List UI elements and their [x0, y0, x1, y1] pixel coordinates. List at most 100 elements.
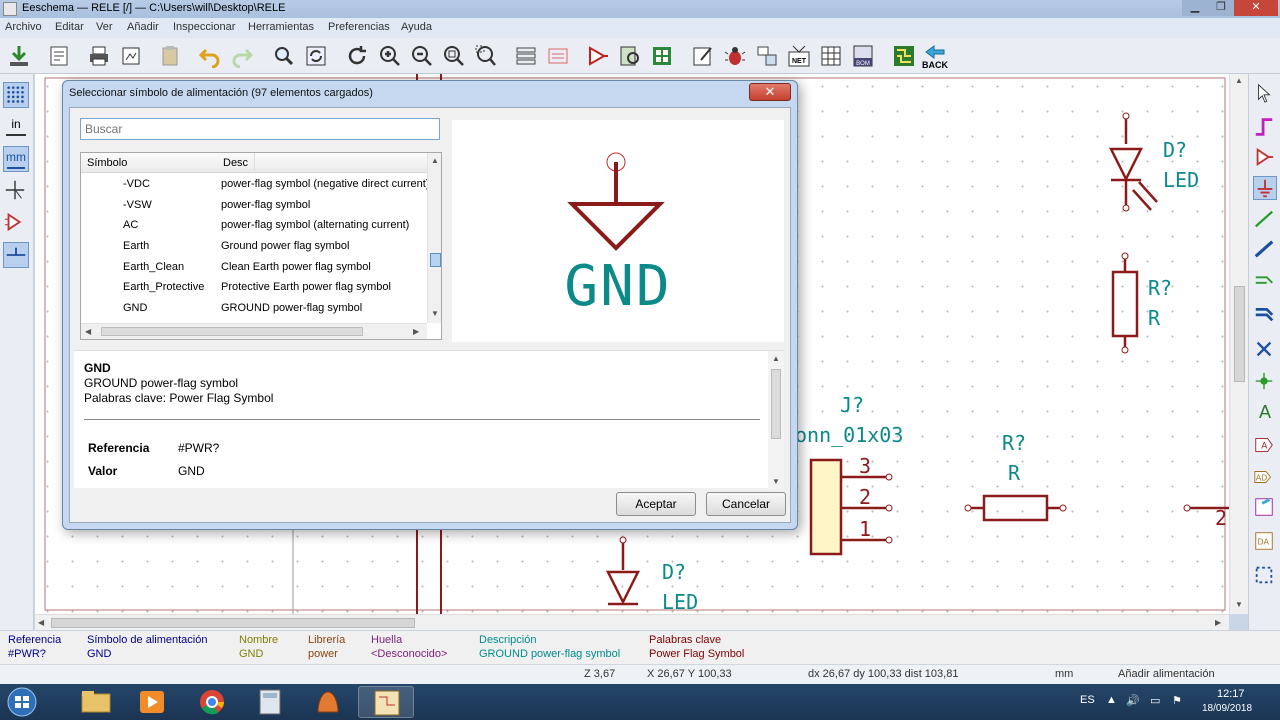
find-replace-icon[interactable] [304, 44, 328, 68]
global-label-icon[interactable]: A [1253, 434, 1277, 458]
find-icon[interactable] [272, 44, 296, 68]
list-scroll-right-icon[interactable]: ▶ [413, 327, 419, 336]
refresh-icon[interactable] [345, 44, 369, 68]
search-input[interactable] [80, 118, 440, 140]
kicad-manager-taskbar-icon[interactable] [300, 686, 356, 718]
close-window-button[interactable]: ✕ [1234, 0, 1278, 16]
add-sheet-icon[interactable] [1253, 496, 1277, 520]
r2-reference[interactable]: R? [1002, 431, 1026, 455]
add-symbol-icon[interactable] [1253, 146, 1277, 170]
r2-value[interactable]: R [1008, 461, 1020, 485]
menu-inspeccionar[interactable]: Inspeccionar [173, 21, 235, 33]
media-player-taskbar-icon[interactable] [124, 686, 180, 718]
scroll-right-icon[interactable]: ▶ [1215, 618, 1221, 627]
details-scroll-thumb[interactable] [771, 369, 781, 439]
units-inch-button[interactable]: in [3, 114, 29, 140]
list-horizontal-scrollbar[interactable]: ◀ ▶ [81, 323, 427, 339]
menu-anadir[interactable]: Añadir [127, 21, 159, 33]
list-item[interactable]: Earth Ground power flag symbol [81, 237, 429, 257]
calculator-taskbar-icon[interactable] [242, 686, 298, 718]
annotate-icon[interactable] [650, 44, 674, 68]
details-scroll-up-icon[interactable]: ▲ [772, 354, 780, 363]
network-icon[interactable]: ▭ [1150, 694, 1160, 707]
net-label-icon[interactable]: A [1253, 402, 1277, 426]
grid-toggle-icon[interactable] [3, 82, 29, 108]
horizontal-scroll-thumb[interactable] [51, 618, 415, 628]
d2-value[interactable]: LED [662, 590, 698, 614]
d2-reference[interactable]: D? [662, 560, 686, 584]
library-browser-icon[interactable] [618, 44, 642, 68]
assign-footprints-icon[interactable] [755, 44, 779, 68]
list-scroll-down-icon[interactable]: ▼ [431, 309, 439, 318]
list-item[interactable]: Earth_Clean Clean Earth power flag symbol [81, 258, 429, 278]
units-mm-button[interactable]: mm [3, 146, 29, 172]
details-scroll-down-icon[interactable]: ▼ [772, 477, 780, 486]
zoom-fit-icon[interactable] [442, 44, 466, 68]
j-reference[interactable]: J? [840, 393, 864, 417]
spreadsheet-icon[interactable] [819, 44, 843, 68]
erc-icon[interactable] [723, 44, 747, 68]
scroll-up-icon[interactable]: ▲ [1235, 76, 1243, 85]
clock-time[interactable]: 12:17 [1217, 688, 1245, 700]
minimize-button[interactable]: ▁ [1182, 0, 1208, 16]
edit-fields-icon[interactable] [691, 44, 715, 68]
menu-preferencias[interactable]: Preferencias [328, 21, 390, 33]
add-power-icon[interactable] [1253, 176, 1277, 200]
hidden-pins-icon[interactable] [3, 210, 29, 236]
list-scroll-up-icon[interactable]: ▲ [431, 156, 439, 165]
scroll-down-icon[interactable]: ▼ [1235, 600, 1243, 609]
column-header-desc[interactable]: Desc [223, 157, 248, 169]
sheet-settings-icon[interactable] [47, 44, 71, 68]
highlight-net-icon[interactable] [1253, 116, 1277, 140]
tray-arrow-icon[interactable]: ▲ [1106, 694, 1117, 706]
hierarchy-navigator-icon[interactable] [514, 44, 538, 68]
list-scroll-thumb[interactable] [430, 253, 441, 267]
no-connect-icon[interactable] [1253, 338, 1277, 362]
plot-icon[interactable] [119, 44, 143, 68]
hier-label-icon[interactable]: AD [1253, 466, 1277, 490]
save-icon[interactable] [7, 44, 31, 68]
j-value[interactable]: onn_01x03 [795, 423, 903, 447]
bus-bus-entry-icon[interactable] [1253, 302, 1277, 326]
add-wire-icon[interactable] [1253, 208, 1277, 232]
netlist-icon[interactable]: NET [787, 44, 811, 68]
pcbnew-icon[interactable] [892, 44, 916, 68]
undo-icon[interactable] [198, 44, 222, 69]
scroll-left-icon[interactable]: ◀ [38, 618, 44, 627]
list-item[interactable]: AC power-flag symbol (alternating current… [81, 216, 429, 236]
r1-value[interactable]: R [1148, 306, 1160, 330]
sheet-pin-icon[interactable]: DA [1253, 530, 1277, 554]
canvas-horizontal-scrollbar[interactable]: ◀ ▶ [35, 614, 1229, 630]
redo-icon[interactable] [230, 44, 254, 69]
wire-bus-entry-icon[interactable] [1253, 270, 1277, 294]
d1-reference[interactable]: D? [1163, 138, 1187, 162]
zoom-out-icon[interactable] [410, 44, 434, 68]
add-bus-icon[interactable] [1253, 238, 1277, 262]
action-center-flag-icon[interactable]: ⚑ [1172, 694, 1182, 707]
menu-ver[interactable]: Ver [96, 21, 113, 33]
eeschema-taskbar-icon[interactable] [358, 686, 414, 718]
back-arrow-icon[interactable] [922, 44, 946, 60]
list-item[interactable]: -VDC power-flag symbol (negative direct c… [81, 175, 429, 195]
list-hscroll-thumb[interactable] [101, 327, 363, 336]
bom-icon[interactable]: BOM [851, 44, 875, 68]
canvas-vertical-scrollbar[interactable]: ▲ ▼ [1229, 74, 1248, 614]
print-icon[interactable] [87, 44, 111, 68]
wire-angle-icon[interactable] [3, 242, 29, 268]
clock-date[interactable]: 18/09/2018 [1202, 703, 1252, 714]
list-item-selected[interactable]: GND GROUND power-flag symbol [81, 299, 429, 319]
paste-icon[interactable] [158, 44, 182, 68]
list-scroll-left-icon[interactable]: ◀ [85, 327, 91, 336]
maximize-button[interactable]: ❐ [1208, 0, 1234, 16]
list-vertical-scrollbar[interactable]: ▲ ▼ [427, 153, 441, 323]
volume-icon[interactable]: 🔊 [1126, 694, 1140, 707]
dialog-close-button[interactable]: ✕ [749, 83, 791, 101]
menu-ayuda[interactable]: Ayuda [401, 21, 432, 33]
list-item[interactable]: Earth_Protective Protective Earth power f… [81, 278, 429, 298]
select-arrow-icon[interactable] [1253, 82, 1277, 106]
vertical-scroll-thumb[interactable] [1234, 286, 1245, 382]
column-header-symbol[interactable]: Símbolo [87, 157, 127, 169]
cursor-shape-icon[interactable] [3, 178, 29, 204]
menu-archivo[interactable]: Archivo [5, 21, 42, 33]
details-scrollbar[interactable]: ▲ ▼ [768, 351, 784, 489]
